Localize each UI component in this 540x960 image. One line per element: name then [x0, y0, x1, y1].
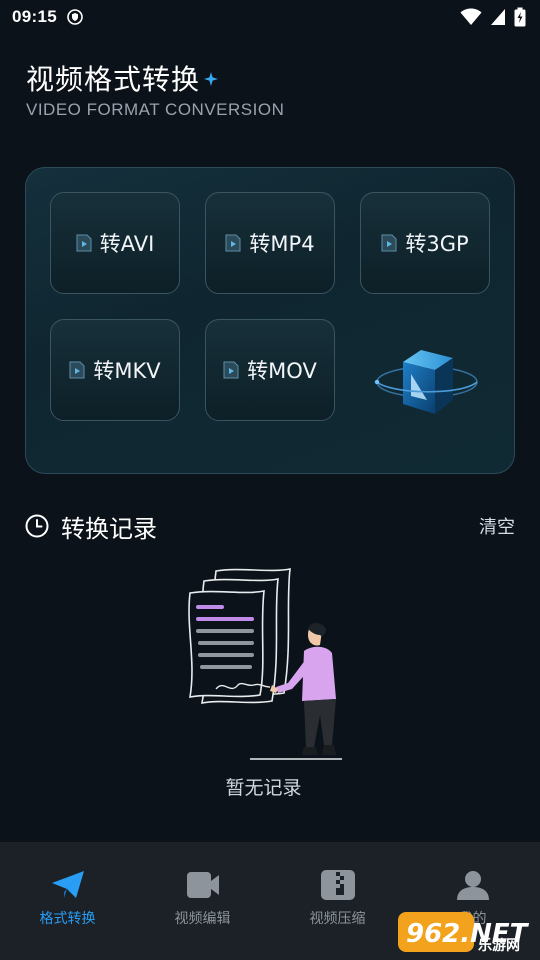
clock-icon [25, 514, 49, 538]
empty-state-text: 暂无记录 [225, 777, 302, 799]
convert-mp4-button[interactable]: 转MP4 [205, 192, 335, 294]
nav-label: 视频压缩 [309, 911, 366, 927]
convert-avi-label: 转AVI [99, 232, 155, 256]
convert-3gp-label: 转3GP [405, 232, 469, 256]
convert-mkv-button[interactable]: 转MKV [50, 319, 180, 421]
video-file-icon [76, 234, 92, 252]
video-file-icon [225, 234, 241, 252]
signal-icon [491, 9, 505, 25]
video-file-icon [69, 361, 85, 379]
sparkle-icon [204, 72, 219, 86]
zip-file-icon [320, 870, 355, 900]
clear-history-button[interactable]: 清空 [479, 513, 515, 539]
nav-format-convert[interactable]: 格式转换 [0, 842, 135, 960]
nav-label: 视频编辑 [174, 911, 231, 927]
history-header: 转换记录 清空 [25, 510, 515, 543]
nav-video-edit[interactable]: 视频编辑 [135, 842, 270, 960]
user-icon [456, 871, 489, 900]
convert-mkv-label: 转MKV [93, 359, 161, 383]
video-cube-illustration [374, 350, 478, 414]
battery-charging-icon [514, 7, 526, 27]
convert-mov-label: 转MOV [247, 359, 317, 383]
status-bar: 09:15 [0, 0, 540, 34]
watermark-logo: 962.NET 乐游网 [398, 912, 530, 954]
video-camera-icon [186, 872, 219, 898]
video-file-icon [381, 234, 397, 252]
shield-icon [67, 9, 83, 25]
paper-plane-icon [51, 871, 84, 898]
convert-3gp-button[interactable]: 转3GP [360, 192, 490, 294]
video-file-icon [223, 361, 239, 379]
nav-video-compress[interactable]: 视频压缩 [270, 842, 405, 960]
nav-label: 格式转换 [39, 911, 96, 927]
convert-mov-button[interactable]: 转MOV [205, 319, 335, 421]
page-subtitle: VIDEO FORMAT CONVERSION [26, 100, 285, 119]
history-title: 转换记录 [61, 514, 157, 543]
title-row: 视频格式转换 [26, 58, 219, 98]
convert-mp4-label: 转MP4 [249, 232, 315, 256]
convert-avi-button[interactable]: 转AVI [50, 192, 180, 294]
format-card: 转AVI 转MP4 转3GP 转MKV 转MOV [25, 167, 515, 474]
empty-state-illustration [188, 568, 342, 760]
status-time: 09:15 [12, 7, 57, 26]
watermark-subtext: 乐游网 [478, 937, 520, 954]
wifi-icon [460, 8, 482, 25]
page-title: 视频格式转换 [26, 63, 201, 96]
